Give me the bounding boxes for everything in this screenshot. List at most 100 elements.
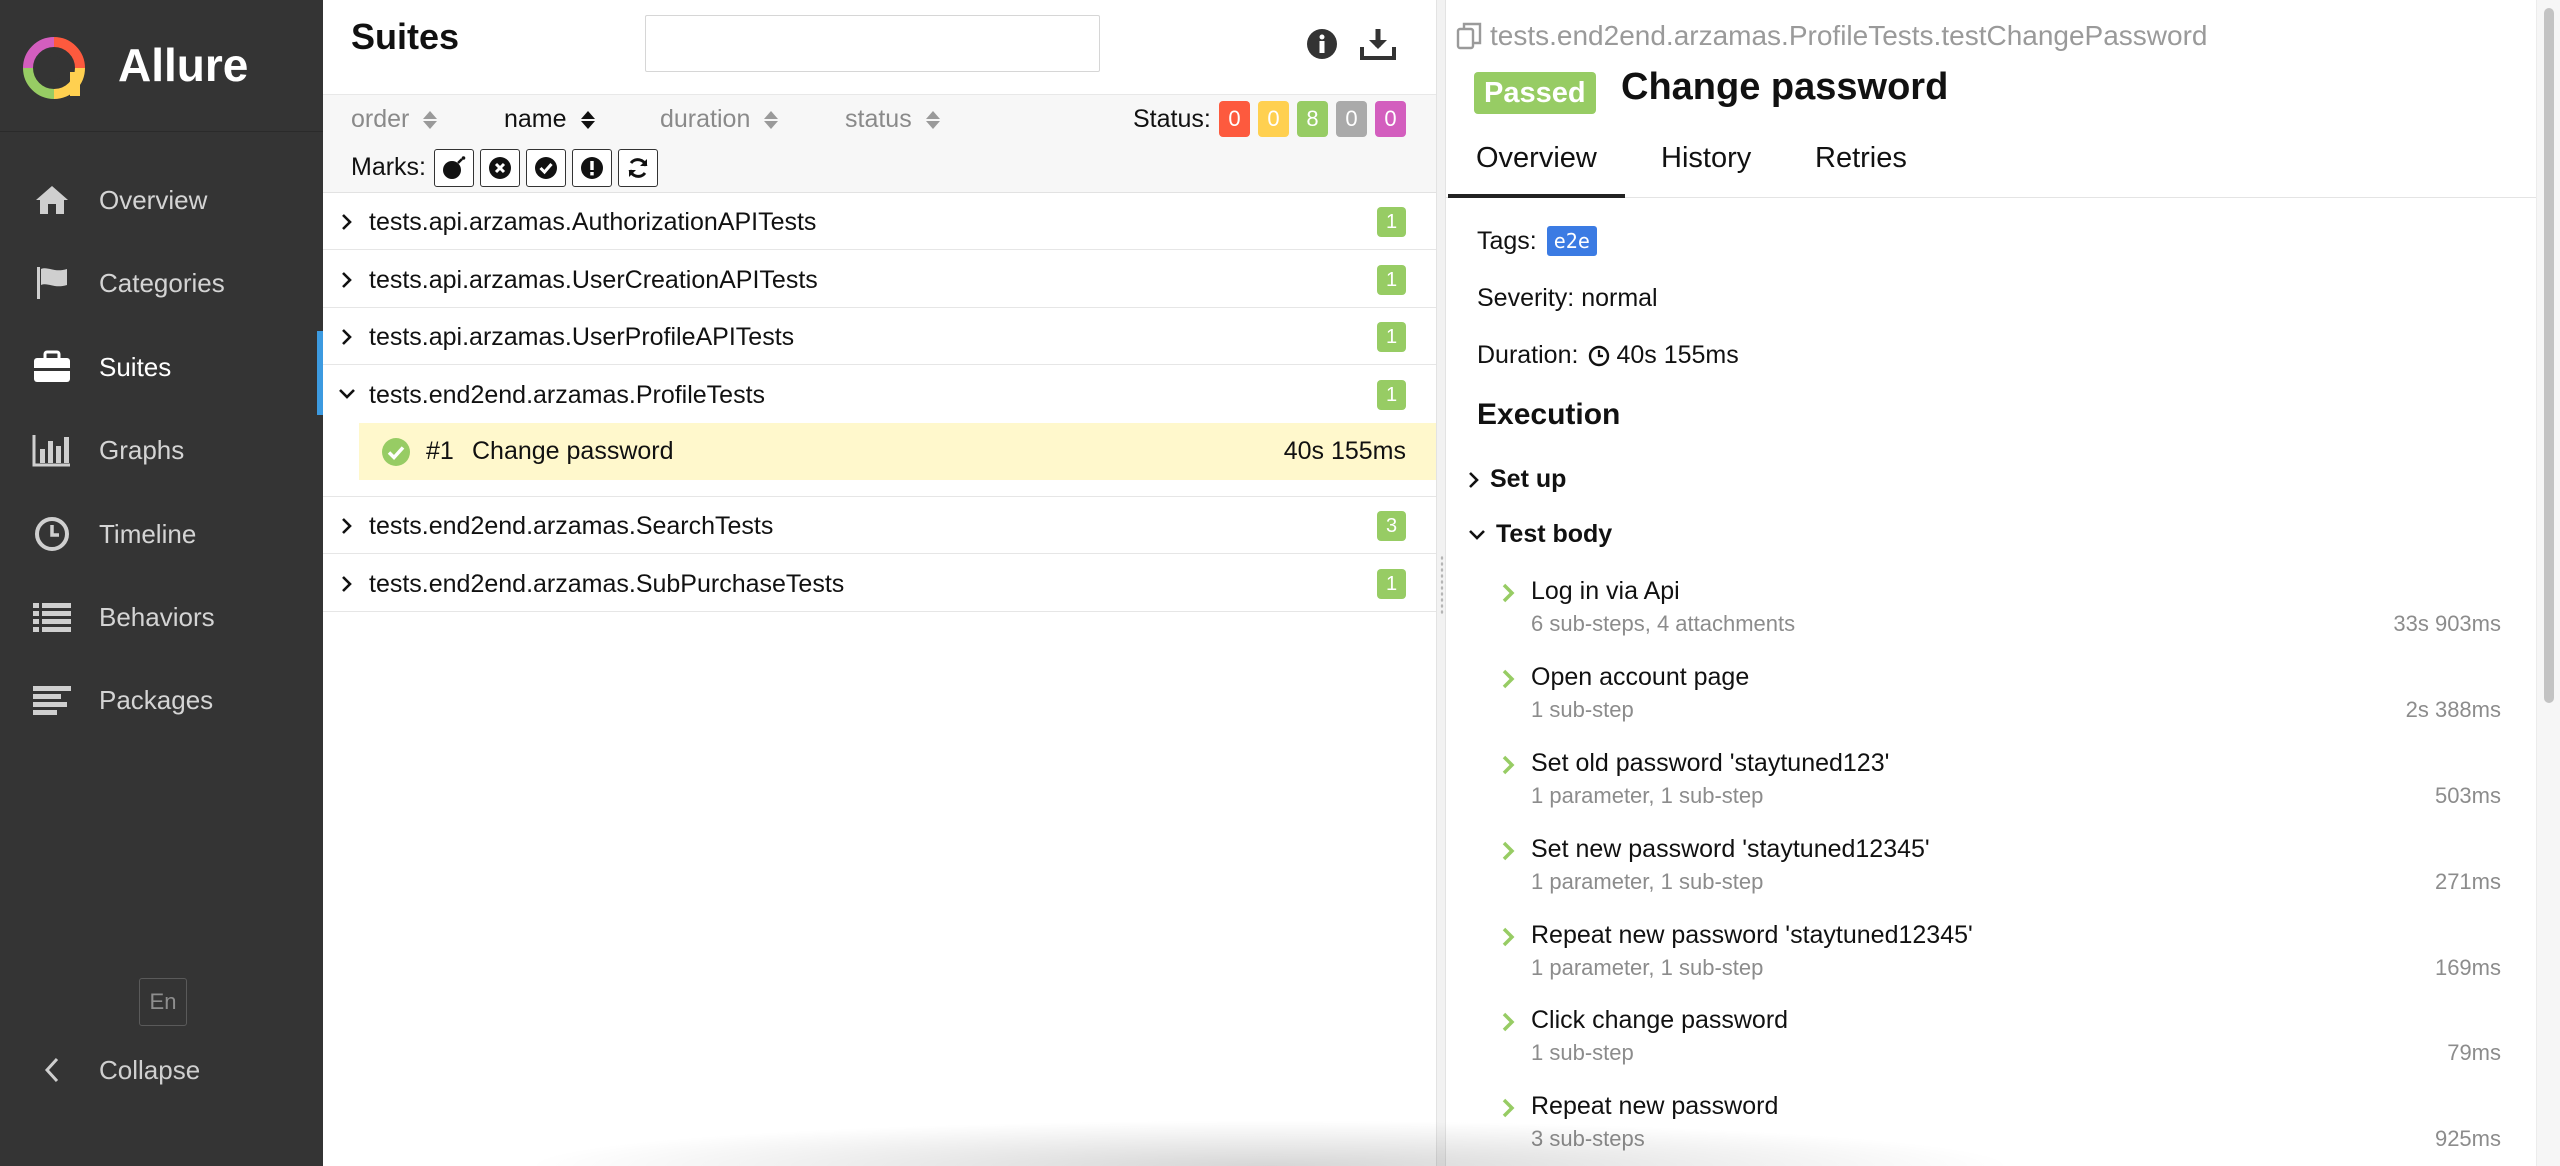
tab-retries[interactable]: Retries <box>1815 142 1907 175</box>
status-unknown-badge[interactable]: 0 <box>1375 101 1406 137</box>
sort-order[interactable]: order <box>351 105 438 134</box>
chevron-right-icon <box>1502 583 1515 603</box>
test-full-name: tests.end2end.arzamas.ProfileTests.testC… <box>1490 20 2208 51</box>
exclamation-circle-icon <box>581 157 603 179</box>
copy-icon[interactable] <box>1456 22 1482 50</box>
download-icon[interactable] <box>1358 24 1398 64</box>
status-badge: Passed <box>1474 72 1596 114</box>
setup-section-toggle[interactable]: Set up <box>1468 465 1566 494</box>
step-name: Log in via Api <box>1531 577 1680 605</box>
test-body-section-toggle[interactable]: Test body <box>1468 520 1612 549</box>
duration-label: Duration: <box>1477 341 1579 369</box>
suite-name: tests.api.arzamas.AuthorizationAPITests <box>369 208 817 236</box>
sidebar-item-label: Suites <box>99 351 172 382</box>
refresh-icon <box>628 158 648 178</box>
step-item[interactable]: Click change password 1 sub-step 79ms <box>1501 1006 2501 1086</box>
suite-count-badge: 3 <box>1377 511 1406 541</box>
tags-label: Tags: <box>1477 226 1537 255</box>
step-duration: 169ms <box>2434 955 2501 980</box>
sidebar-item-packages[interactable]: Packages <box>0 668 323 732</box>
collapse-button[interactable]: Collapse <box>0 1038 323 1102</box>
brand[interactable]: Allure <box>0 0 323 132</box>
suite-row[interactable]: tests.end2end.arzamas.SearchTests 3 <box>323 497 1436 554</box>
details-scrollbar[interactable] <box>2536 0 2560 1166</box>
sidebar-item-categories[interactable]: Categories <box>0 251 323 315</box>
step-duration: 503ms <box>2434 783 2501 808</box>
allure-report: Allure Overview Categories Suites Graphs <box>0 0 2560 1166</box>
step-meta: 1 sub-step <box>1531 697 1634 722</box>
chevron-right-icon <box>1469 471 1479 488</box>
chevron-down-icon <box>1469 529 1485 540</box>
status-broken-badge[interactable]: 0 <box>1258 101 1289 137</box>
test-case-row[interactable]: #1 Change password 40s 155ms <box>359 423 1436 480</box>
search-input[interactable] <box>645 15 1100 72</box>
chevron-left-icon <box>32 1050 72 1090</box>
chevron-right-icon <box>342 518 352 534</box>
status-failed-badge[interactable]: 0 <box>1219 101 1250 137</box>
sidebar-item-graphs[interactable]: Graphs <box>0 418 323 482</box>
step-item[interactable]: Repeat new password 'staytuned12345' 1 p… <box>1501 921 2501 1001</box>
sidebar-item-label: Graphs <box>99 434 185 465</box>
sort-icon <box>925 110 940 129</box>
tags-line: Tags: e2e <box>1477 226 1597 256</box>
suite-name: tests.end2end.arzamas.SearchTests <box>369 512 774 540</box>
suite-count-badge: 1 <box>1377 569 1406 599</box>
sidebar-item-suites[interactable]: Suites <box>0 331 323 415</box>
chevron-right-icon <box>342 329 352 345</box>
suite-name: tests.api.arzamas.UserProfileAPITests <box>369 323 795 351</box>
splitter-grip[interactable] <box>1440 555 1444 615</box>
times-circle-icon <box>489 157 511 179</box>
status-skipped-badge[interactable]: 0 <box>1336 101 1367 137</box>
marks-label: Marks: <box>351 153 426 181</box>
mark-new-broken-button[interactable] <box>572 149 612 187</box>
status-passed-badge[interactable]: 8 <box>1297 101 1328 137</box>
tab-overview[interactable]: Overview <box>1448 142 1625 198</box>
language-button[interactable]: En <box>139 978 187 1026</box>
briefcase-icon <box>32 347 72 387</box>
sidebar-item-behaviors[interactable]: Behaviors <box>0 585 323 649</box>
sort-duration[interactable]: duration <box>660 105 779 134</box>
step-name: Click change password <box>1531 1006 1789 1034</box>
tab-history[interactable]: History <box>1661 142 1751 175</box>
step-item[interactable]: Set new password 'staytuned12345' 1 para… <box>1501 835 2501 915</box>
chevron-down-icon <box>339 389 355 399</box>
duration-value: 40s 155ms <box>1616 341 1739 369</box>
breadcrumb[interactable]: tests.end2end.arzamas.ProfileTests.testC… <box>1456 20 2208 52</box>
clock-icon <box>1589 345 1610 366</box>
sidebar-item-overview[interactable]: Overview <box>0 168 323 232</box>
info-icon[interactable] <box>1302 24 1342 64</box>
pane-splitter[interactable] <box>1436 0 1446 1166</box>
chevron-right-icon <box>342 272 352 288</box>
mark-new-passed-button[interactable] <box>526 149 566 187</box>
step-item[interactable]: Set old password 'staytuned123' 1 parame… <box>1501 749 2501 829</box>
suite-row-expanded[interactable]: tests.end2end.arzamas.ProfileTests 1 <box>323 366 1436 423</box>
sort-name[interactable]: name <box>504 105 595 134</box>
execution-heading: Execution <box>1477 398 1621 431</box>
step-item[interactable]: Log in via Api 6 sub-steps, 4 attachment… <box>1501 577 2501 657</box>
mark-retries-button[interactable] <box>618 149 658 187</box>
mark-new-failed-button[interactable] <box>480 149 520 187</box>
sort-order-label: order <box>351 105 410 133</box>
sort-status[interactable]: status <box>845 105 940 134</box>
suite-row[interactable]: tests.api.arzamas.UserProfileAPITests 1 <box>323 308 1436 365</box>
test-details-pane: tests.end2end.arzamas.ProfileTests.testC… <box>1446 0 2536 1166</box>
setup-label: Set up <box>1490 465 1567 493</box>
chevron-right-icon <box>1502 841 1515 861</box>
app-name: Allure <box>118 39 249 91</box>
suite-row[interactable]: tests.end2end.arzamas.SubPurchaseTests 1 <box>323 555 1436 612</box>
suite-row[interactable]: tests.api.arzamas.UserCreationAPITests 1 <box>323 251 1436 308</box>
mark-flaky-button[interactable] <box>434 149 474 187</box>
sort-name-label: name <box>504 105 567 133</box>
sidebar-item-timeline[interactable]: Timeline <box>0 502 323 566</box>
test-duration: 40s 155ms <box>1283 437 1406 465</box>
scrollbar-thumb[interactable] <box>2544 8 2554 703</box>
suite-row[interactable]: tests.api.arzamas.AuthorizationAPITests … <box>323 193 1436 250</box>
step-item[interactable]: Open account page 1 sub-step 2s 388ms <box>1501 663 2501 743</box>
test-name: Change password <box>472 437 674 465</box>
step-name: Open account page <box>1531 663 1750 691</box>
step-item[interactable]: Repeat new password 3 sub-steps 925ms <box>1501 1092 2501 1162</box>
suite-count-badge: 1 <box>1377 207 1406 237</box>
tag-badge[interactable]: e2e <box>1546 226 1597 256</box>
collapse-label: Collapse <box>99 1054 201 1085</box>
align-left-icon <box>32 680 72 720</box>
